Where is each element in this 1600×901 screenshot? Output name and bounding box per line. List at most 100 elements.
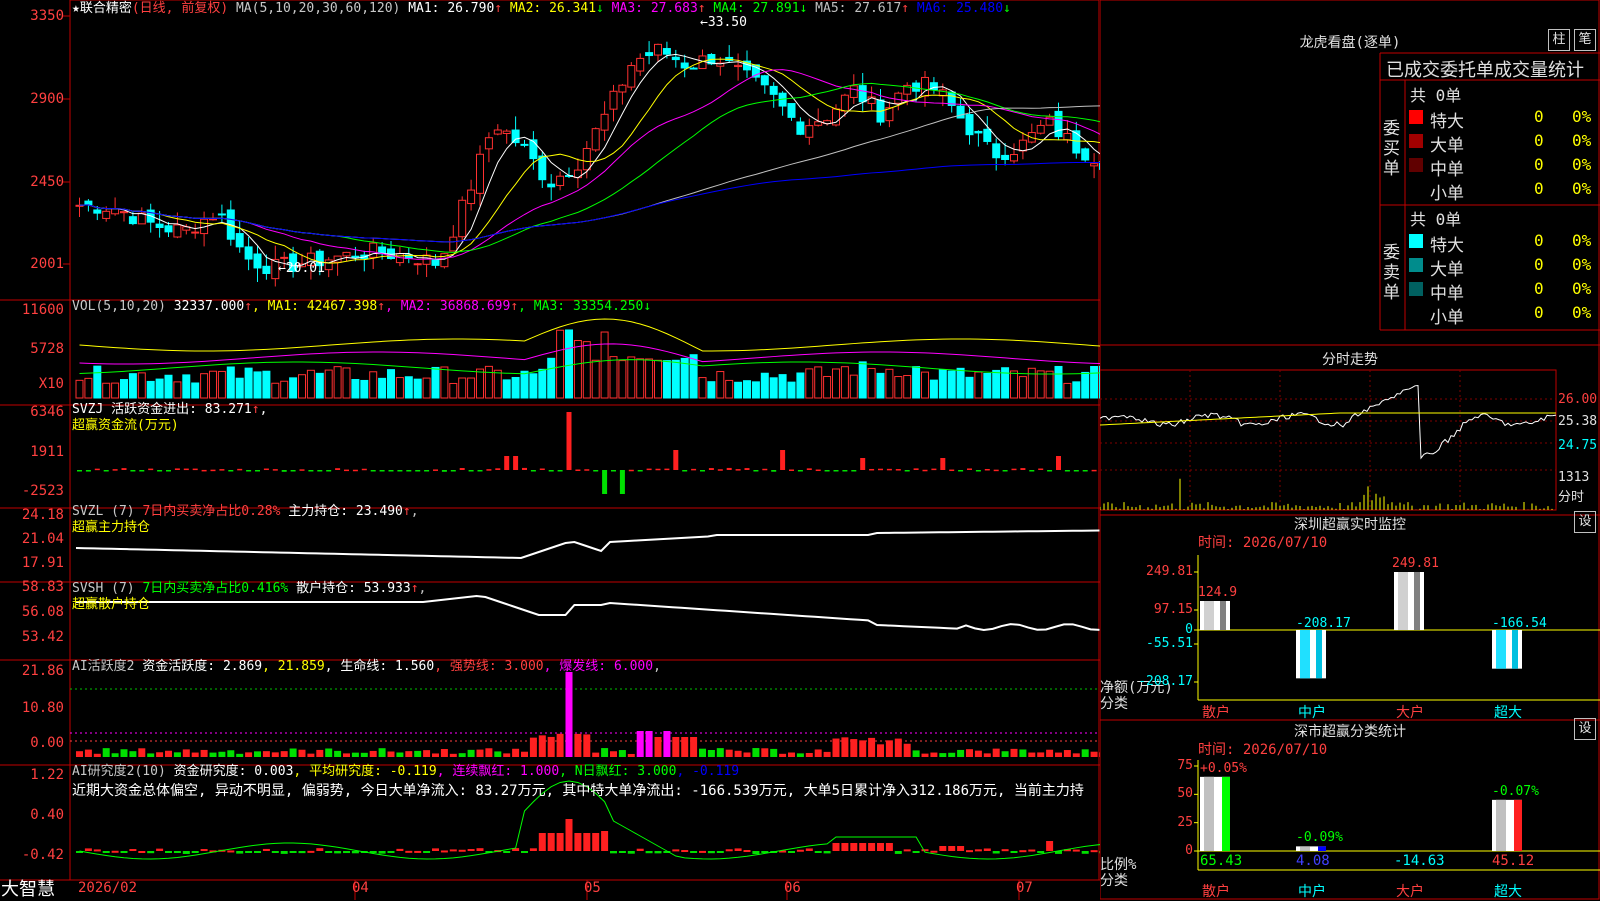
ai2-bar [556,833,564,851]
ai2-bar [574,833,582,851]
monitor-settings-button[interactable]: 设 [1574,511,1596,533]
ai1-bar [974,750,982,757]
ai2-bar [992,851,1000,854]
ma-header: MA(5,10,20,30,60,120) [235,1,401,16]
monitor-title: 深圳超赢实时监控 [1294,517,1406,533]
ai1-bar [1072,753,1080,757]
ai1-bar [156,752,164,757]
bar-mode-button[interactable]: 柱 [1548,29,1570,51]
volume-bar [1045,370,1054,399]
volume-bar [814,366,823,399]
candle-body [618,84,627,93]
sell-total: 共 0单 [1410,210,1462,229]
ai1-bar [147,753,155,757]
volume-bar [938,369,947,399]
ai2-bar [449,849,457,852]
classify-bar-shade [1204,776,1214,851]
intraday-title: 分时走势 [1322,352,1378,368]
ai1-bar [1019,749,1027,757]
svzj-bar [361,468,367,471]
ai2-bar [351,851,359,854]
svzl-mid: 7日内买卖净占比0.28% [142,504,281,519]
volume-bar [743,380,751,399]
vol-value: 32337.000 [173,299,245,314]
y-tick-label: 53.42 [21,629,64,645]
volume-bar [600,331,609,399]
ai2-bar [307,850,315,853]
ai1-part-5: , 爆发线: 6.000 [543,659,654,674]
ai2-part-0: AI研究度2(10) [72,764,166,779]
ma-value-1: MA1: 26.790 [408,1,495,16]
ai1-bar [503,753,511,757]
ai1-bar [512,748,520,757]
tick-mode-button[interactable]: 笔 [1574,29,1596,51]
sell-swatch [1409,258,1423,272]
svzj-bar [682,470,688,472]
kline-chart-area[interactable]: ←33.50 ←20.01 ★联合精密(日线, 前复权) MA(5,10,20,3… [0,0,1100,900]
svzj-bar [530,470,536,472]
ai1-bar [467,749,475,757]
candle-body [467,189,476,205]
candle-body [484,137,493,150]
svzj-bar [504,456,510,470]
y-tick-label: 17.91 [21,555,64,571]
ai1-bar [1090,751,1098,757]
ai2-bar [111,850,119,853]
svzj-bar [833,470,839,472]
candle [974,130,983,147]
ai1-bar [360,752,368,757]
ai2-bar [271,851,279,853]
y-tick-label: 2900 [30,91,64,107]
ai1-part-2: , 21.859 [262,659,325,674]
volume-bar [565,329,573,399]
volume-bar [280,380,289,399]
volume-bar [511,376,520,399]
ai1-bar [325,748,333,757]
classify-time: 时间: 2026/07/10 [1198,742,1328,758]
y-tick-label: 3350 [30,8,64,24]
ai1-bar [200,749,208,757]
volume-bar [93,365,102,399]
ai2-bar [182,851,190,854]
svzj-bar [717,469,723,471]
svzl-label: SVZL (7) [72,504,135,519]
candle-body [858,85,867,103]
candle-body [280,256,289,259]
svzj-bar [335,468,341,470]
volume-bar [769,377,778,399]
classify-settings-button[interactable]: 设 [1574,718,1596,740]
candle-body [680,62,689,69]
buy-row-pct: 0% [1572,155,1592,174]
candle [573,158,582,189]
ai1-bar [351,752,359,757]
svzj-bar [931,468,937,471]
ai1-bars [76,672,1100,757]
stock-name: 联合精密 [79,1,132,16]
candle [1045,113,1054,126]
ai1-bar [129,751,137,757]
svzj-bar [344,469,349,472]
svzj-bar [522,467,527,470]
monitor-time: 时间: 2026/07/10 [1198,535,1328,551]
classify-value-label: 4.08 [1296,853,1330,869]
classify-pct-label: -0.09% [1296,830,1343,846]
candle [814,108,823,127]
ai2-bar [966,850,973,853]
svzj-bar [85,470,91,472]
intraday-tick: 24.75 [1558,438,1598,453]
candle-body [894,92,903,104]
ai1-bar [289,748,297,757]
ai2-bar [725,849,733,852]
candle [609,84,618,122]
buy-row-count: 0 [1534,107,1544,126]
svzj-bar [584,469,590,471]
volume-bar [1018,376,1027,399]
volume-bar [351,379,360,399]
buy-swatch [1409,134,1423,148]
svzj-bar [967,468,972,470]
volume-bar [395,377,404,399]
candle-body [102,210,111,219]
candle [1054,102,1063,141]
ai2-bar [262,848,270,851]
right-panel: 龙虎看盘(逐单) 柱 笔 已成交委托单成交量统计 共 0单委买单特大 0 0% 大单 0… [1100,0,1600,900]
